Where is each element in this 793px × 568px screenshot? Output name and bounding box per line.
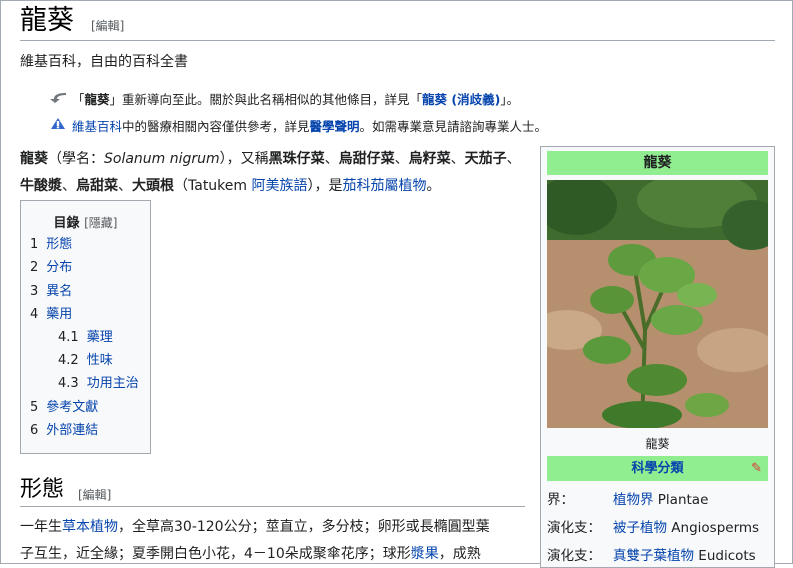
toc-item-3[interactable]: 3 異名 <box>30 283 72 301</box>
eudicots-link[interactable]: 真雙子葉植物 <box>613 548 694 564</box>
section-edit-link[interactable]: [編輯] <box>78 486 111 503</box>
toc-title: 目錄 [隱藏] <box>53 216 118 231</box>
herbaceous-plant-link[interactable]: 草本植物 <box>62 519 118 535</box>
medical-disclaimer-icon <box>48 115 68 136</box>
toc-item-4-1[interactable]: 4.1 藥理 <box>58 329 113 347</box>
scientific-classification-header: 科學分類 ✎ <box>547 456 768 481</box>
kingdom-link[interactable]: 植物界 <box>613 492 654 508</box>
toc-item-4[interactable]: 4 藥用 <box>30 306 72 324</box>
section-heading: 形態 <box>20 477 65 502</box>
berry-link[interactable]: 漿果 <box>411 546 439 562</box>
table-of-contents: 目錄 [隱藏] 1 形態 2 分布 3 異名 4 藥用 4.1 藥理 4.2 性味 4.3 功… <box>20 200 151 454</box>
plant-photo[interactable] <box>547 180 768 428</box>
medical-disclaimer-link[interactable]: 醫學聲明 <box>310 119 360 134</box>
toc-item-1[interactable]: 1 形態 <box>30 236 72 254</box>
wikipedia-link[interactable]: 維基百科 <box>72 119 122 134</box>
toc-hide-toggle[interactable]: [隱藏] <box>84 216 117 230</box>
lead-paragraph: 龍葵（學名：Solanum nigrum），又稱黑珠仔菜、烏甜仔菜、烏籽菜、天茄… <box>20 151 521 194</box>
photo-caption: 龍葵 <box>645 437 670 451</box>
infobox-title: 龍葵 <box>547 151 768 175</box>
page-title: 龍葵 <box>20 5 74 36</box>
angiosperms-link[interactable]: 被子植物 <box>613 520 667 536</box>
toc-item-6[interactable]: 6 外部連結 <box>30 422 98 440</box>
scientific-name: Solanum nigrum <box>104 151 220 167</box>
toc-item-5[interactable]: 5 參考文獻 <box>30 399 98 417</box>
site-tagline: 維基百科，自由的百科全書 <box>20 54 188 70</box>
edit-pencil-icon[interactable]: ✎ <box>751 456 762 481</box>
title-edit-link[interactable]: [編輯] <box>91 17 124 34</box>
toc-item-2[interactable]: 2 分布 <box>30 259 72 277</box>
section-body: 一年生草本植物，全草高30-120公分；莖直立，多分枝；卵形或長橢圓型葉 子互生… <box>20 519 490 562</box>
toc-item-4-2[interactable]: 4.2 性味 <box>58 352 113 370</box>
page-header: 龍葵 [編輯] <box>20 2 775 41</box>
medical-hatnote: 維基百科中的醫療相關內容僅供參考，詳見醫學聲明。如需專業意見請諮詢專業人士。 <box>48 115 547 136</box>
disambiguation-link[interactable]: 龍葵 (消歧義) <box>422 92 500 107</box>
toc-item-4-3[interactable]: 4.3 功用主治 <box>58 375 139 393</box>
section-header: 形態 [編輯] <box>20 474 525 507</box>
scientific-classification-link[interactable]: 科學分類 <box>631 461 683 476</box>
redirect-arrow-icon <box>48 90 68 109</box>
genus-link[interactable]: 茄科茄屬植物 <box>343 178 427 194</box>
redirect-term: 龍葵 <box>84 92 110 107</box>
redirect-hatnote: 「龍葵」重新導向至此。關於與此名稱相似的其他條目，詳見「龍葵 (消歧義)」。 <box>48 90 519 109</box>
infobox: 龍葵 龍葵 科學分類 ✎ 界： 植物界 Plantae 演化支： 被子植物 An… <box>540 146 775 568</box>
ami-language-link[interactable]: 阿美族語 <box>252 178 308 194</box>
